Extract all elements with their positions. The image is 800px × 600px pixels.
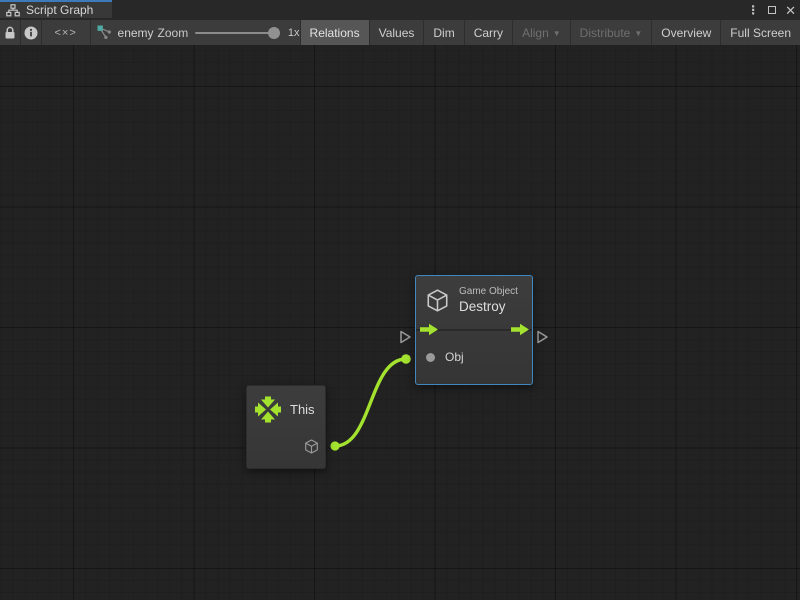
distribute-dropdown[interactable]: Distribute ▼ [570, 20, 652, 45]
flow-in-arrow-icon[interactable] [420, 323, 439, 336]
carry-label: Carry [474, 26, 503, 40]
inspector-button[interactable] [21, 20, 42, 45]
code-toggle-glyph: <×> [55, 27, 77, 39]
align-dropdown[interactable]: Align ▼ [512, 20, 570, 45]
zoom-slider-thumb[interactable] [268, 27, 280, 39]
tab-label: Script Graph [26, 3, 93, 17]
graph-tab-icon [6, 4, 20, 17]
flow-out-arrow-icon[interactable] [511, 323, 530, 336]
node-title: Destroy [459, 299, 518, 314]
zoom-slider[interactable] [195, 27, 280, 39]
script-graph-asset-icon [97, 25, 112, 40]
code-preview-toggle[interactable]: <×> [42, 20, 91, 45]
chevron-down-icon: ▼ [553, 30, 561, 38]
graph-breadcrumb[interactable]: enemy [91, 20, 154, 45]
close-icon[interactable]: ✕ [785, 4, 796, 17]
obj-input-port[interactable] [426, 353, 435, 362]
values-label: Values [379, 26, 415, 40]
relations-label: Relations [310, 26, 360, 40]
dim-label: Dim [433, 26, 454, 40]
chevron-down-icon: ▼ [634, 30, 642, 38]
full-screen-label: Full Screen [730, 26, 791, 40]
dim-button[interactable]: Dim [423, 20, 463, 45]
connection-start-dot[interactable] [330, 441, 339, 450]
graph-name: enemy [118, 26, 154, 40]
relations-button[interactable]: Relations [300, 20, 369, 45]
this-node-title: This [290, 402, 315, 417]
align-label: Align [522, 26, 549, 40]
overview-button[interactable]: Overview [651, 20, 720, 45]
graph-canvas[interactable]: Game Object Destroy Obj [0, 45, 800, 600]
game-object-cube-icon [424, 287, 451, 314]
this-node-header: This [247, 386, 325, 423]
obj-port-label: Obj [445, 350, 464, 364]
more-menu-icon[interactable]: ⋮ [747, 4, 759, 16]
destroy-node-titles: Game Object Destroy [459, 286, 518, 314]
gameobject-output-port-cube-icon[interactable] [303, 438, 320, 455]
destroy-node-header: Game Object Destroy [416, 276, 532, 320]
zoom-label: Zoom [158, 26, 189, 40]
overview-label: Overview [661, 26, 711, 40]
script-graph-window: Script Graph ⋮ ✕ <×> [0, 0, 800, 600]
connection-wire [335, 359, 406, 446]
values-button[interactable]: Values [369, 20, 424, 45]
full-screen-button[interactable]: Full Screen [720, 20, 800, 45]
tab-script-graph[interactable]: Script Graph [0, 0, 112, 18]
this-self-icon [255, 396, 281, 423]
titlebar-icons: ⋮ ✕ [747, 0, 796, 20]
toolbar: <×> enemy Zoom 1x Relations Values [0, 20, 800, 45]
titlebar: Script Graph ⋮ ✕ [0, 0, 800, 20]
zoom-value: 1x [288, 27, 300, 39]
zoom-control: Zoom 1x [154, 20, 300, 45]
info-icon [23, 25, 39, 41]
node-category: Game Object [459, 286, 518, 297]
destroy-node[interactable]: Game Object Destroy Obj [415, 275, 533, 385]
lock-button[interactable] [0, 20, 21, 45]
lock-icon [2, 25, 18, 41]
this-node[interactable]: This [246, 385, 326, 469]
connection-end-dot[interactable] [401, 354, 411, 364]
flow-input-port-triangle[interactable] [399, 329, 412, 345]
connection-layer [0, 45, 800, 600]
flow-port-row [416, 322, 532, 340]
obj-port-row: Obj [416, 340, 532, 364]
carry-button[interactable]: Carry [464, 20, 512, 45]
distribute-label: Distribute [580, 26, 631, 40]
maximize-icon[interactable] [768, 6, 776, 14]
flow-output-port-triangle[interactable] [536, 329, 549, 345]
